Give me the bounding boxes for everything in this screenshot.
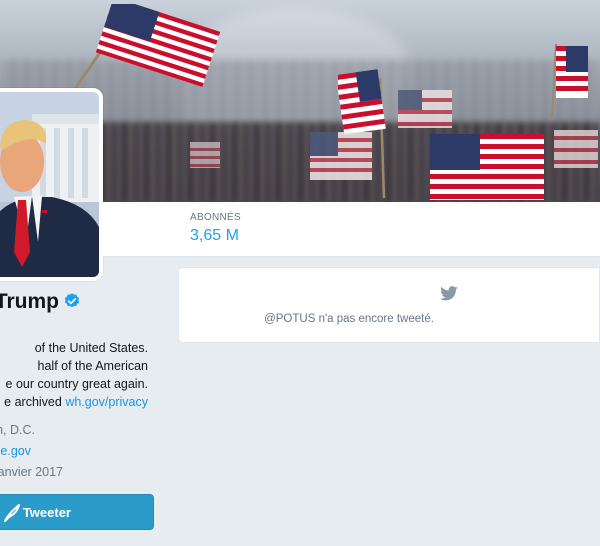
- twitter-bird-icon: [440, 286, 458, 301]
- quill-icon: [4, 504, 20, 522]
- followers-count[interactable]: 3,65 M: [190, 227, 241, 245]
- banner-flag: [396, 88, 456, 132]
- tweet-button[interactable]: Tweeter: [0, 494, 154, 530]
- followers-label[interactable]: ABONNÉS: [190, 212, 241, 223]
- bio-line-last: e archived wh.gov/privacy: [0, 393, 148, 411]
- privacy-link[interactable]: wh.gov/privacy: [65, 395, 148, 409]
- profile-join-date: anvier 2017: [0, 465, 63, 479]
- followers-stat[interactable]: ABONNÉS 3,65 M: [190, 212, 241, 245]
- profile-nav: ABONNÉS 3,65 M: [103, 202, 600, 257]
- banner-flag: [532, 40, 592, 120]
- profile-name[interactable]: t Trump: [0, 290, 81, 314]
- profile-name-text[interactable]: t Trump: [0, 290, 59, 313]
- bio-line: e archived: [4, 395, 66, 409]
- timeline-empty-state: @POTUS n'a pas encore tweeté.: [178, 267, 600, 343]
- tweet-button-label[interactable]: Tweeter: [23, 505, 71, 520]
- profile-website-link[interactable]: e.gov: [0, 444, 31, 458]
- empty-timeline-message: @POTUS n'a pas encore tweeté.: [264, 313, 434, 325]
- profile-avatar[interactable]: [0, 88, 103, 281]
- banner-flag: [188, 140, 222, 174]
- bio-line: half of the American: [37, 359, 148, 373]
- banner-flag: [70, 4, 220, 94]
- profile-location: n, D.C.: [0, 423, 35, 437]
- banner-flag: [552, 128, 600, 172]
- bio-line: of the United States.: [34, 341, 148, 355]
- profile-bio: of the United States. half of the Americ…: [0, 339, 148, 411]
- verified-badge-icon: [64, 293, 80, 308]
- bio-line: e our country great again.: [5, 377, 148, 391]
- banner-flag: [306, 128, 376, 188]
- banner-flag: [428, 132, 548, 202]
